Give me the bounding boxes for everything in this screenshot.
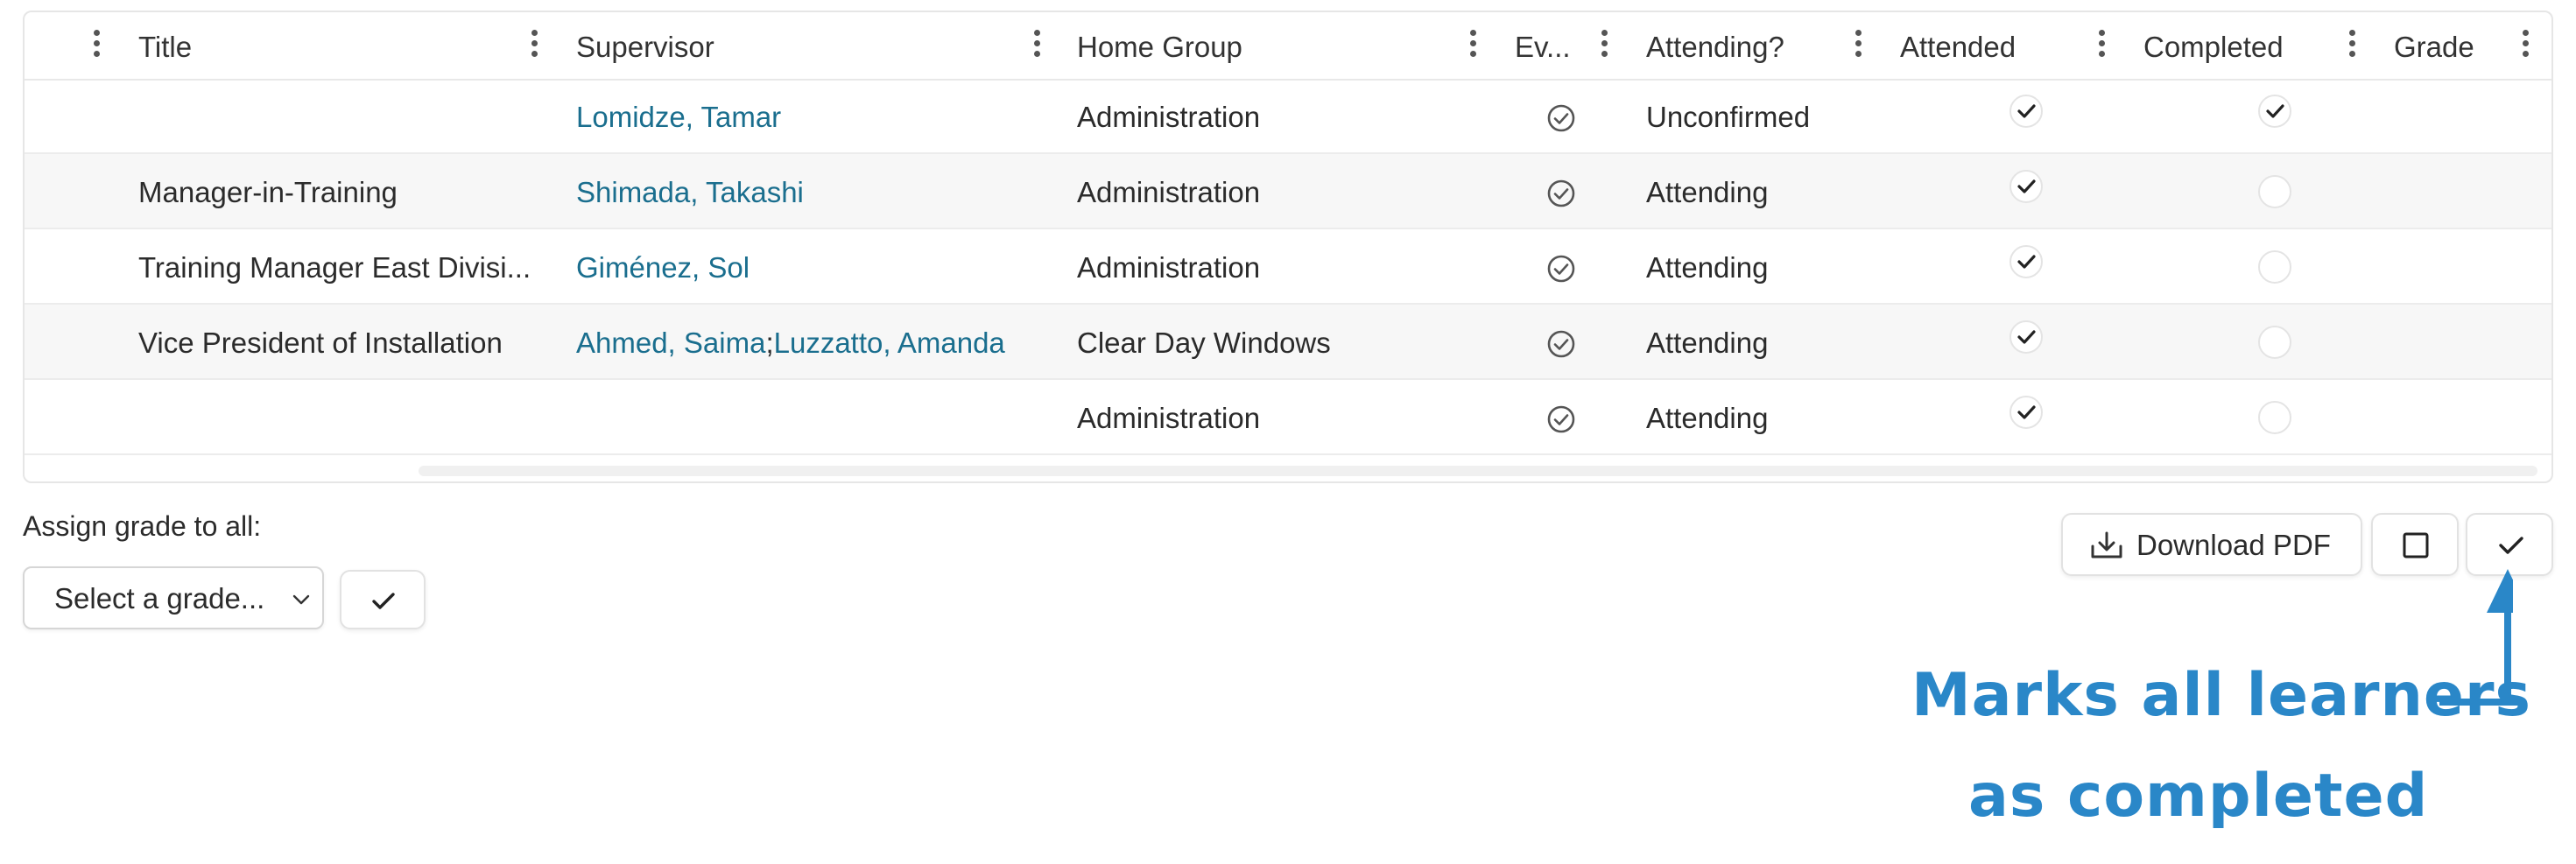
attended-checkbox[interactable] (2009, 395, 2044, 430)
column-header-completed[interactable]: Completed (2143, 12, 2284, 79)
apply-grade-button[interactable] (340, 570, 426, 629)
column-menu-icon[interactable] (2516, 30, 2534, 61)
check-circle-icon (1547, 330, 1575, 358)
horizontal-scrollbar[interactable] (419, 466, 2537, 476)
attended-checkbox[interactable] (2009, 169, 2044, 204)
chevron-down-icon (292, 594, 310, 605)
column-menu-icon[interactable] (1028, 30, 1045, 61)
supervisor-separator: ; (765, 327, 774, 359)
title-cell (138, 79, 559, 154)
check-circle-icon (1547, 255, 1575, 283)
supervisor-link[interactable]: Shimada, Takashi (576, 176, 804, 208)
column-menu-icon[interactable] (88, 30, 105, 61)
completed-checkbox[interactable] (2257, 174, 2292, 209)
download-pdf-label: Download PDF (2136, 529, 2331, 561)
table-row[interactable]: Training Manager East Divisi... Giménez,… (25, 229, 2551, 305)
square-icon (2403, 532, 2429, 558)
column-menu-icon[interactable] (525, 30, 543, 61)
download-icon (2091, 531, 2122, 558)
callout-line-2: as completed (1968, 762, 2429, 831)
attending-cell: Attending (1646, 402, 1769, 434)
title-cell: Vice President of Installation (138, 327, 503, 359)
home-group-cell: Administration (1077, 251, 1261, 284)
mark-all-completed-button[interactable] (2466, 513, 2553, 576)
home-group-cell: Administration (1077, 101, 1261, 133)
completed-checkbox[interactable] (2257, 400, 2292, 435)
column-header-attending[interactable]: Attending? (1646, 12, 1784, 79)
column-header-home-group[interactable]: Home Group (1077, 12, 1242, 79)
check-circle-icon (1547, 104, 1575, 132)
completed-checkbox[interactable] (2257, 249, 2292, 284)
checkmark-icon (2499, 537, 2523, 554)
attended-checkbox[interactable] (2009, 320, 2044, 355)
grade-select[interactable]: Select a grade... (23, 566, 324, 629)
checkmark-icon (372, 593, 395, 609)
supervisor-link[interactable]: Luzzatto, Amanda (774, 327, 1005, 359)
column-header-title[interactable]: Title (138, 12, 192, 79)
attended-checkbox[interactable] (2009, 244, 2044, 279)
supervisor-cell: Shimada, Takashi (576, 154, 1049, 229)
deselect-all-button[interactable] (2371, 513, 2459, 576)
table-row[interactable]: Administration Attending (25, 380, 2551, 455)
title-cell: Manager-in-Training (138, 176, 398, 208)
supervisor-cell (576, 380, 1049, 455)
assign-grade-label: Assign grade to all: (23, 510, 262, 542)
completed-checkbox[interactable] (2257, 325, 2292, 360)
learners-grid: Title Supervisor Home Group Ev... Attend… (23, 11, 2553, 483)
table-row[interactable]: Lomidze, Tamar Administration Unconfirme… (25, 79, 2551, 154)
attending-cell: Attending (1646, 251, 1769, 284)
column-menu-icon[interactable] (1464, 30, 1482, 61)
title-cell: Training Manager East Divisi... (138, 251, 531, 284)
callout-line-1: Marks all learners (1911, 661, 2532, 730)
supervisor-link[interactable]: Lomidze, Tamar (576, 101, 781, 133)
supervisor-cell: Giménez, Sol (576, 229, 1049, 305)
attending-cell: Attending (1646, 176, 1769, 208)
column-menu-icon[interactable] (1595, 30, 1613, 61)
completed-checkbox[interactable] (2257, 94, 2292, 129)
column-header-attended[interactable]: Attended (1900, 12, 2016, 79)
column-menu-icon[interactable] (2093, 30, 2110, 61)
column-menu-icon[interactable] (2343, 30, 2361, 61)
column-header-supervisor[interactable]: Supervisor (576, 12, 714, 79)
grade-select-value: Select a grade... (54, 582, 265, 615)
attending-cell: Attending (1646, 327, 1769, 359)
column-header-ev[interactable]: Ev... (1515, 12, 1571, 79)
column-header-grade[interactable]: Grade (2394, 12, 2474, 79)
home-group-cell: Administration (1077, 402, 1261, 434)
home-group-cell: Administration (1077, 176, 1261, 208)
title-cell (138, 380, 559, 455)
grid-header: Title Supervisor Home Group Ev... Attend… (25, 12, 2551, 81)
check-circle-icon (1547, 179, 1575, 207)
attended-checkbox[interactable] (2009, 94, 2044, 129)
supervisor-link[interactable]: Giménez, Sol (576, 251, 750, 284)
table-row[interactable]: Vice President of Installation Ahmed, Sa… (25, 305, 2551, 380)
supervisor-cell: Ahmed, Saima;Luzzatto, Amanda (576, 305, 1049, 380)
download-pdf-button[interactable]: Download PDF (2061, 513, 2362, 576)
column-menu-icon[interactable] (1849, 30, 1867, 61)
supervisor-cell: Lomidze, Tamar (576, 79, 1049, 154)
supervisor-link[interactable]: Ahmed, Saima (576, 327, 765, 359)
check-circle-icon (1547, 405, 1575, 433)
table-row[interactable]: Manager-in-Training Shimada, Takashi Adm… (25, 154, 2551, 229)
attending-cell: Unconfirmed (1646, 101, 1811, 133)
home-group-cell: Clear Day Windows (1077, 327, 1331, 359)
